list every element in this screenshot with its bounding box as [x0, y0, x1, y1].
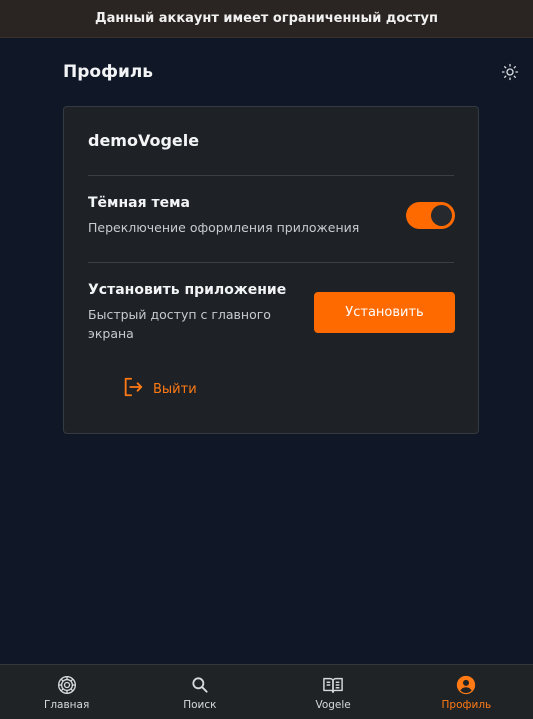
nav-label-vogele: Vogele — [315, 698, 351, 711]
install-app-subtitle-line1: Быстрый доступ с главного — [88, 307, 271, 322]
nav-item-search[interactable]: Поиск — [133, 665, 266, 719]
username: demoVogele — [88, 131, 200, 150]
install-app-title: Установить приложение — [88, 282, 287, 298]
dark-theme-toggle[interactable] — [406, 202, 455, 229]
page-header: Профиль — [63, 60, 519, 84]
toggle-knob — [431, 205, 452, 226]
sun-icon[interactable] — [499, 61, 521, 83]
nav-label-search: Поиск — [183, 698, 217, 711]
restricted-access-banner: Данный аккаунт имеет ограниченный доступ — [0, 0, 533, 38]
nav-label-profile: Профиль — [441, 698, 492, 711]
logout-button[interactable]: Выйти — [122, 377, 197, 401]
nav-item-vogele[interactable]: Vogele — [267, 665, 400, 719]
divider — [88, 262, 454, 263]
page-title: Профиль — [63, 62, 154, 82]
nav-label-home: Главная — [43, 698, 90, 711]
install-button[interactable]: Установить — [314, 292, 455, 333]
banner-text: Данный аккаунт имеет ограниченный доступ — [95, 11, 438, 26]
dark-theme-subtitle: Переключение оформления приложения — [88, 220, 360, 235]
nav-item-home[interactable]: Главная — [0, 665, 133, 719]
book-icon — [322, 674, 344, 696]
divider — [88, 175, 454, 176]
install-app-subtitle-line2: экрана — [88, 326, 134, 341]
dark-theme-title: Тёмная тема — [88, 195, 190, 211]
nav-item-profile[interactable]: Профиль — [400, 665, 533, 719]
logout-icon — [122, 376, 144, 402]
profile-card: demoVogele Тёмная тема Переключение офор… — [63, 106, 479, 434]
bottom-navigation: Главная Поиск Vogele Профиль — [0, 664, 533, 719]
user-circle-icon — [455, 674, 477, 696]
home-wheel-icon — [56, 674, 78, 696]
search-icon — [189, 674, 211, 696]
logout-label: Выйти — [153, 381, 197, 397]
